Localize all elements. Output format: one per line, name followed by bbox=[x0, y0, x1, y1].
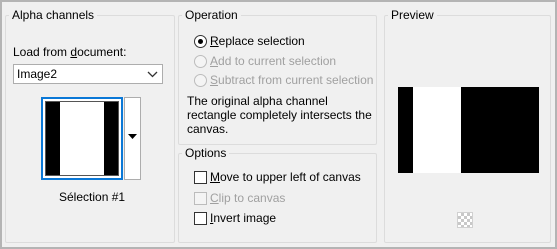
document-dropdown-value: Image2 bbox=[17, 67, 58, 81]
preview-image bbox=[398, 87, 539, 173]
operation-info-line-3: canvas. bbox=[187, 122, 229, 136]
transparency-checker-icon[interactable] bbox=[457, 212, 473, 228]
channel-thumbnail-image bbox=[45, 101, 119, 176]
document-dropdown[interactable]: Image2 bbox=[13, 64, 163, 84]
add-selection-label[interactable]: Add to current selection bbox=[210, 54, 336, 68]
caret-down-icon bbox=[128, 134, 137, 139]
move-upper-left-label[interactable]: Move to upper left of canvas bbox=[210, 170, 361, 184]
operation-title: Operation bbox=[185, 8, 238, 22]
invert-image-label[interactable]: Invert image bbox=[210, 211, 276, 225]
clip-to-canvas-checkbox[interactable] bbox=[194, 192, 207, 205]
operation-info-line-2: rectangle completely intersects the bbox=[187, 108, 372, 122]
replace-selection-label[interactable]: Replace selection bbox=[210, 34, 305, 48]
subtract-selection-radio[interactable] bbox=[194, 74, 207, 87]
invert-image-checkbox[interactable] bbox=[194, 212, 207, 225]
replace-selection-radio[interactable] bbox=[194, 35, 207, 48]
thumbnail-dropdown-button[interactable] bbox=[124, 97, 141, 180]
operation-info-line-1: The original alpha channel bbox=[187, 94, 328, 108]
alpha-channels-dialog: Alpha channels Load from document: Image… bbox=[2, 2, 555, 247]
move-upper-left-checkbox[interactable] bbox=[194, 171, 207, 184]
alpha-channels-title: Alpha channels bbox=[12, 8, 95, 22]
clip-to-canvas-label[interactable]: Clip to canvas bbox=[210, 191, 285, 205]
options-title: Options bbox=[185, 146, 227, 160]
add-selection-radio[interactable] bbox=[194, 55, 207, 68]
chevron-down-icon bbox=[147, 71, 158, 78]
subtract-selection-label[interactable]: Subtract from current selection bbox=[210, 73, 373, 87]
channel-thumbnail[interactable] bbox=[41, 97, 123, 180]
preview-title: Preview bbox=[391, 8, 434, 22]
thumbnail-caption: Sélection #1 bbox=[59, 190, 126, 204]
load-from-document-label: Load from document: bbox=[13, 45, 127, 59]
